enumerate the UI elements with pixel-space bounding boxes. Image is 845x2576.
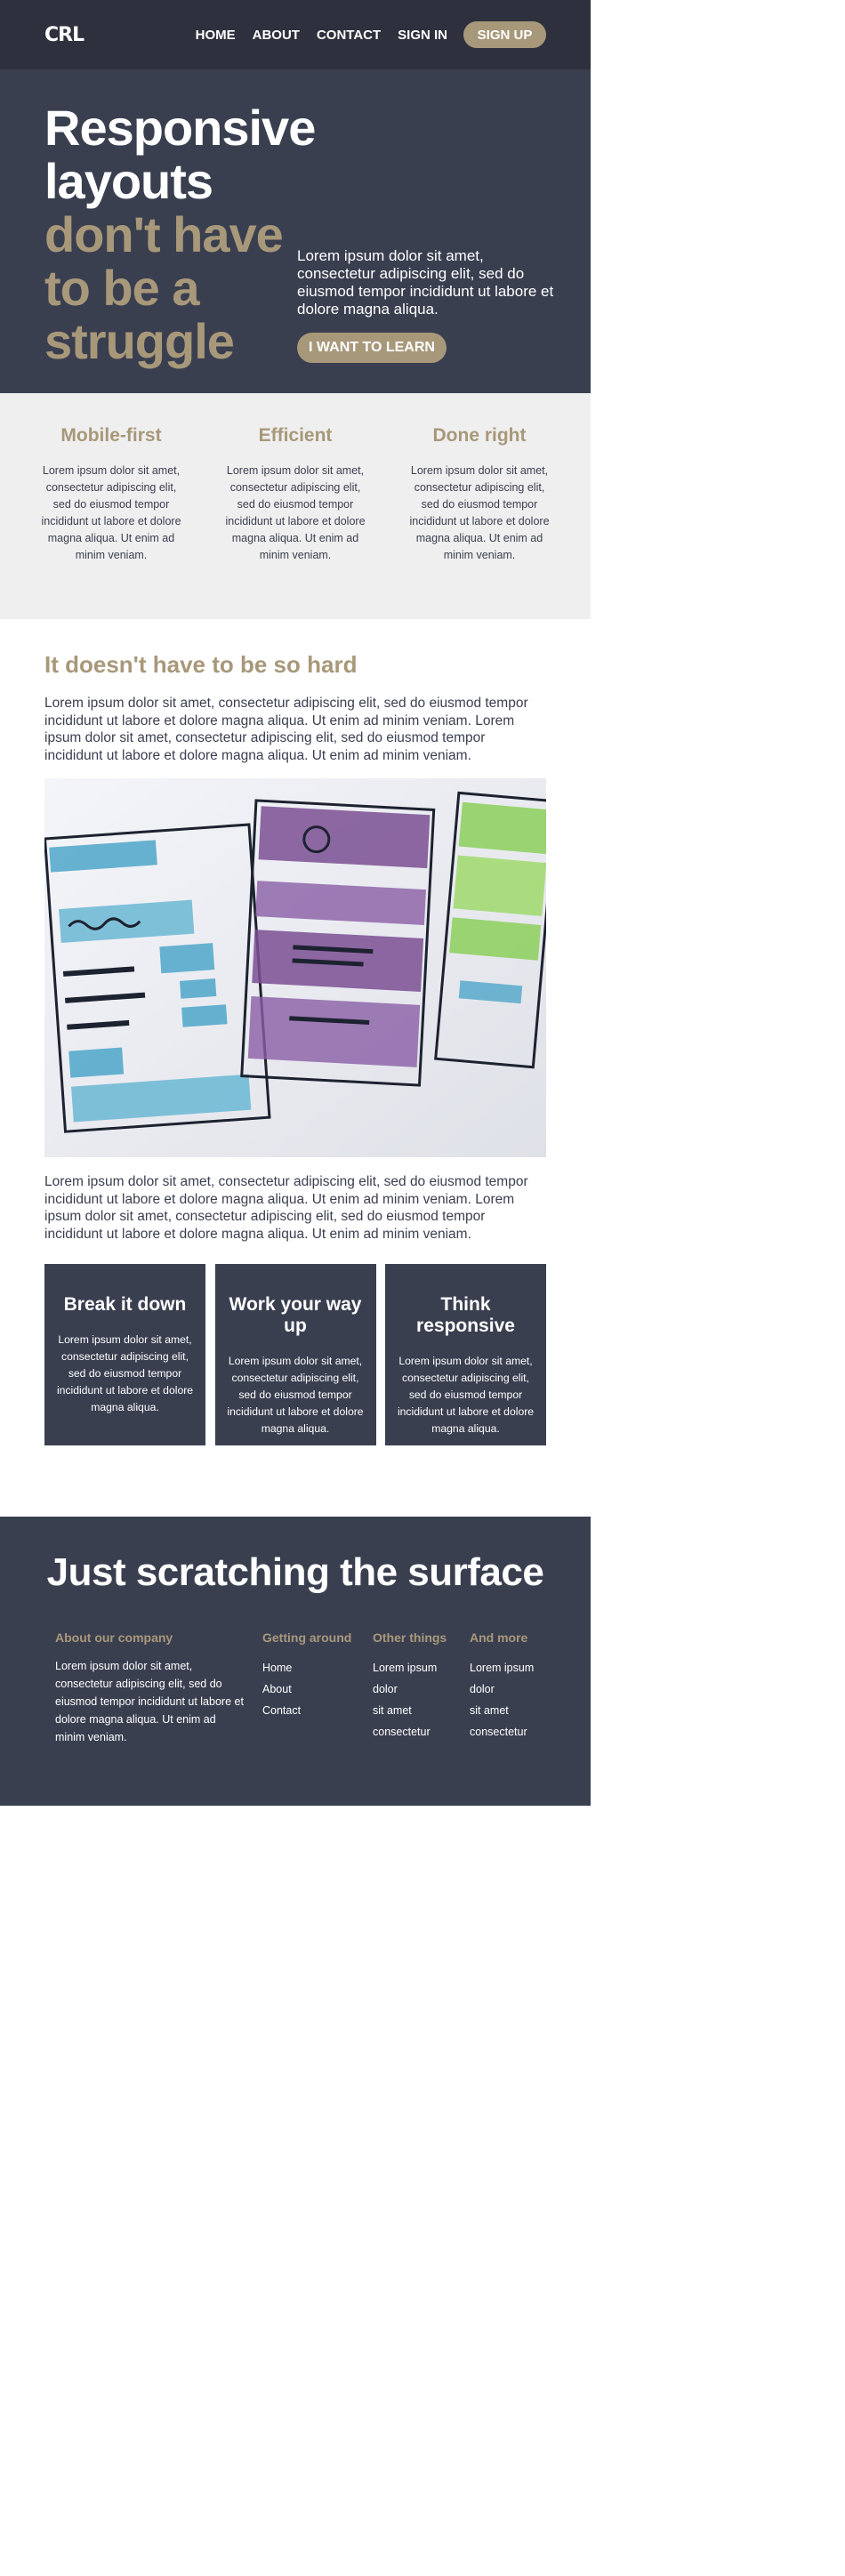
footer-link[interactable]: dolor (373, 1678, 470, 1700)
footer-col-other-things: Other things Lorem ipsum dolor sit amet … (373, 1630, 470, 1746)
footer-col-title: Getting around (262, 1630, 352, 1645)
footer-link[interactable]: Lorem ipsum (470, 1657, 559, 1678)
card-title: Work your way up (229, 1294, 362, 1336)
card-title: Think responsive (416, 1294, 515, 1336)
footer-link[interactable]: consectetur (470, 1721, 559, 1743)
footer-link[interactable]: dolor (470, 1678, 559, 1700)
footer-col-and-more: And more Lorem ipsum dolor sit amet cons… (470, 1630, 559, 1746)
nav-link-about[interactable]: ABOUT (253, 28, 300, 43)
feature-mobile-first: Mobile-first Lorem ipsum dolor sit amet,… (39, 425, 183, 619)
footer-columns: About our company Lorem ipsum dolor sit … (0, 1595, 591, 1746)
feature-title: Done right (432, 425, 527, 446)
hero-text: Lorem ipsum dolor sit amet, consectetur … (297, 247, 554, 318)
footer-col-getting-around: Getting around Home About Contact (262, 1630, 373, 1746)
feature-text: Lorem ipsum dolor sit amet, consectetur … (225, 464, 366, 561)
footer-col-about: About our company Lorem ipsum dolor sit … (55, 1630, 262, 1746)
footer-link-about[interactable]: About (262, 1678, 373, 1700)
card-text: Lorem ipsum dolor sit amet, consectetur … (397, 1355, 535, 1435)
hero-title: Responsive layouts don't have to be a st… (44, 100, 316, 369)
top-nav: CRL HOME ABOUT CONTACT SIGN IN SIGN UP (0, 0, 591, 69)
footer-col-title: Other things (373, 1630, 447, 1645)
hero-title-line: Responsive (44, 100, 316, 156)
hero-title-line: to be a (44, 260, 199, 316)
card-text: Lorem ipsum dolor sit amet, consectetur … (227, 1355, 364, 1435)
feature-text: Lorem ipsum dolor sit amet, consectetur … (409, 464, 550, 561)
feature-text: Lorem ipsum dolor sit amet, consectetur … (41, 464, 181, 561)
nav-links: HOME ABOUT CONTACT SIGN IN SIGN UP (179, 21, 546, 48)
card-work-your-way-up: Work your way up Lorem ipsum dolor sit a… (214, 1264, 376, 1445)
main-content: It doesn't have to be so hard Lorem ipsu… (0, 619, 591, 1517)
section-heading: It doesn't have to be so hard (44, 651, 358, 678)
feature-done-right: Done right Lorem ipsum dolor sit amet, c… (407, 425, 551, 619)
nav-link-sign-in[interactable]: SIGN IN (398, 28, 447, 43)
card-text: Lorem ipsum dolor sit amet, consectetur … (56, 1333, 194, 1413)
wireframe-sketch-image (44, 778, 546, 1157)
nav-link-home[interactable]: HOME (196, 28, 236, 43)
features-section: Mobile-first Lorem ipsum dolor sit amet,… (0, 393, 591, 619)
footer-title: Just scratching the surface (46, 1550, 544, 1594)
footer-link-contact[interactable]: Contact (262, 1700, 373, 1721)
feature-title: Mobile-first (60, 425, 162, 446)
learn-button[interactable]: I WANT TO LEARN (297, 333, 447, 363)
footer: Just scratching the surface About our co… (0, 1517, 591, 1806)
nav-link-contact[interactable]: CONTACT (317, 28, 381, 43)
page: CRL HOME ABOUT CONTACT SIGN IN SIGN UP R… (0, 0, 591, 1806)
cards-row: Break it down Lorem ipsum dolor sit amet… (44, 1264, 546, 1445)
card-think-responsive: Think responsive Lorem ipsum dolor sit a… (385, 1264, 546, 1445)
footer-link-home[interactable]: Home (262, 1657, 373, 1678)
footer-link[interactable]: Lorem ipsum (373, 1657, 470, 1678)
footer-about-text: Lorem ipsum dolor sit amet, consectetur … (55, 1660, 244, 1743)
hero-title-line: don't have (44, 206, 284, 262)
paragraph: Lorem ipsum dolor sit amet, consectetur … (44, 1174, 528, 1242)
hero-section: Responsive layouts don't have to be a st… (0, 69, 591, 393)
paragraph: Lorem ipsum dolor sit amet, consectetur … (44, 696, 528, 763)
footer-col-title: And more (470, 1630, 528, 1645)
card-title: Break it down (63, 1294, 187, 1315)
feature-efficient: Efficient Lorem ipsum dolor sit amet, co… (223, 425, 367, 619)
hero-title-line: layouts (44, 153, 213, 209)
sign-up-button[interactable]: SIGN UP (463, 21, 546, 48)
footer-link[interactable]: sit amet (470, 1700, 559, 1721)
hero-title-line: struggle (44, 313, 235, 369)
feature-title: Efficient (258, 425, 333, 446)
footer-link[interactable]: sit amet (373, 1700, 470, 1721)
card-break-it-down: Break it down Lorem ipsum dolor sit amet… (44, 1264, 205, 1445)
wireframe-sketch-illustration (44, 778, 546, 1157)
footer-col-title: About our company (55, 1630, 173, 1645)
logo[interactable]: CRL (44, 24, 84, 46)
footer-link[interactable]: consectetur (373, 1721, 470, 1743)
